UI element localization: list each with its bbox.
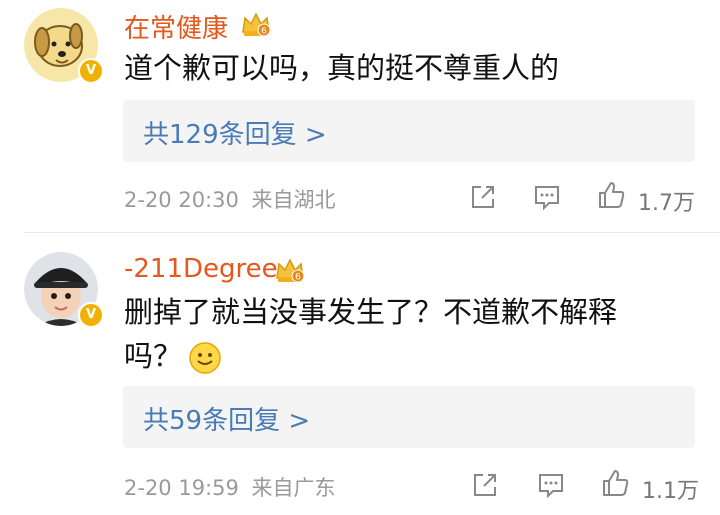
comment-icon[interactable] <box>536 470 566 500</box>
comment-text: 删掉了就当没事发生了？不道歉不解释 <box>124 288 617 336</box>
like-icon[interactable] <box>600 468 630 498</box>
verified-badge: V <box>78 302 104 328</box>
crown-level: 6 <box>295 273 301 283</box>
like-count: 1.1万 <box>642 479 699 504</box>
comment-item: V -211Degree 6 删掉了就当没事发生了？不道歉不解释 吗？ 共59条… <box>0 0 720 515</box>
crown-badge-icon: 6 <box>276 258 305 283</box>
comment-text-line: 删掉了就当没事发生了？不道歉不解释 <box>124 295 618 329</box>
comment-text: 吗？ <box>124 332 222 380</box>
smile-emoji-icon <box>189 342 221 374</box>
location-source: 来自广东 <box>251 476 336 500</box>
comment-meta: 2-20 19:59 来自广东 <box>124 472 336 502</box>
view-replies-link[interactable]: 共59条回复 > <box>143 400 310 437</box>
share-icon[interactable] <box>470 470 500 500</box>
timestamp: 2-20 19:59 <box>124 476 239 500</box>
username[interactable]: -211Degree <box>124 254 278 284</box>
comment-text-line: 吗？ <box>124 339 183 373</box>
reply-summary-box[interactable]: 共59条回复 > <box>123 386 695 448</box>
